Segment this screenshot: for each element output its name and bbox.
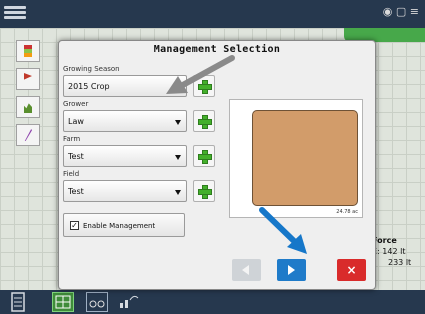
gray-arrow-icon (166, 55, 235, 94)
blue-arrow-icon (259, 207, 307, 254)
annotation-arrows (166, 55, 307, 254)
